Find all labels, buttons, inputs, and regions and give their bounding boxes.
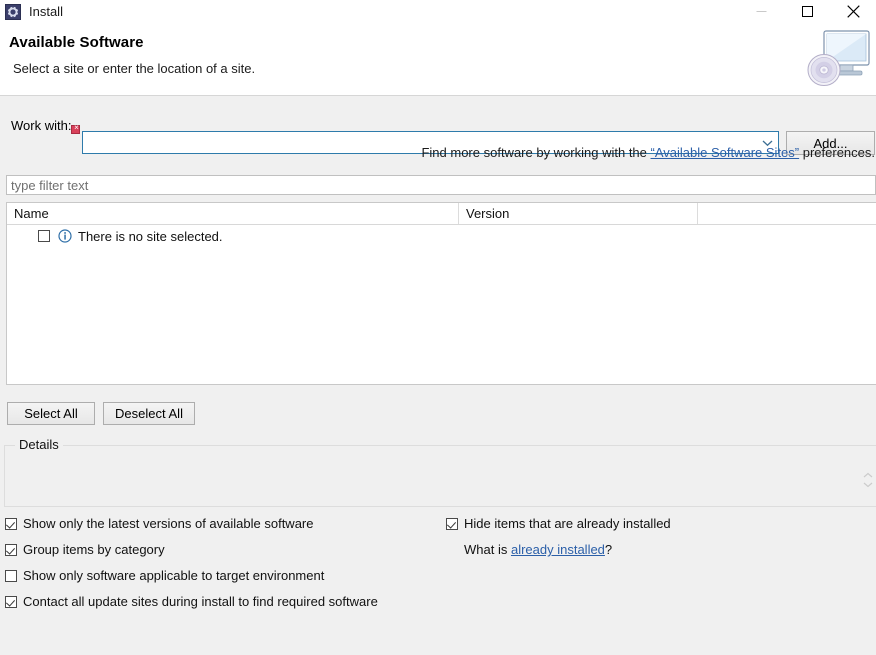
- work-with-label: Work with:: [11, 118, 72, 133]
- wizard-banner: Available Software Select a site or ente…: [0, 23, 876, 95]
- title-bar: Install: [0, 0, 876, 23]
- option-show-latest-versions-label: Show only the latest versions of availab…: [23, 516, 314, 531]
- column-header-blank[interactable]: [698, 203, 876, 224]
- available-software-table: Name Version There is no site selected.: [6, 202, 876, 385]
- minimize-icon[interactable]: [738, 0, 784, 23]
- find-more-suffix: preferences.: [799, 145, 875, 160]
- error-decoration-icon: ×: [71, 123, 80, 134]
- select-all-button[interactable]: Select All: [7, 402, 95, 425]
- row-label: There is no site selected.: [78, 228, 223, 244]
- option-contact-all-update-sites[interactable]: Contact all update sites during install …: [5, 594, 378, 609]
- option-hide-installed-checkbox[interactable]: [446, 517, 458, 530]
- option-contact-all-update-sites-checkbox[interactable]: [5, 595, 17, 608]
- maximize-icon[interactable]: [784, 0, 830, 23]
- window-title: Install: [29, 4, 63, 19]
- option-hide-installed-label: Hide items that are already installed: [464, 516, 671, 531]
- find-more-software-text: Find more software by working with the “…: [421, 145, 875, 160]
- column-header-version[interactable]: Version: [459, 203, 698, 224]
- scroll-spinner-icon[interactable]: [862, 470, 874, 490]
- available-software-sites-link[interactable]: “Available Software Sites”: [651, 145, 800, 160]
- option-contact-all-update-sites-label: Contact all update sites during install …: [23, 594, 378, 609]
- deselect-all-button[interactable]: Deselect All: [103, 402, 195, 425]
- find-more-prefix: Find more software by working with the: [421, 145, 651, 160]
- option-show-latest-versions-checkbox[interactable]: [5, 517, 17, 530]
- info-icon: [58, 229, 72, 243]
- option-group-by-category-label: Group items by category: [23, 542, 165, 557]
- option-show-latest-versions[interactable]: Show only the latest versions of availab…: [5, 516, 314, 531]
- install-dialog: Install Available Software Select a site…: [0, 0, 876, 655]
- option-group-by-category-checkbox[interactable]: [5, 543, 17, 556]
- close-icon[interactable]: [830, 0, 876, 23]
- computer-with-disc-icon: [804, 29, 872, 89]
- page-subtitle: Select a site or enter the location of a…: [13, 61, 256, 76]
- already-installed-link[interactable]: already installed: [511, 542, 605, 557]
- install-wizard-icon: [5, 3, 21, 20]
- window-controls: [738, 0, 876, 23]
- option-group-by-category[interactable]: Group items by category: [5, 542, 165, 557]
- what-is-prefix: What is: [464, 542, 511, 557]
- row-checkbox[interactable]: [38, 230, 50, 242]
- option-applicable-to-target-label: Show only software applicable to target …: [23, 568, 325, 583]
- dialog-body: Work with: × Add... Find more software b…: [0, 96, 876, 655]
- column-header-name[interactable]: Name: [7, 203, 459, 224]
- what-is-suffix: ?: [604, 542, 613, 557]
- filter-input[interactable]: [7, 177, 875, 193]
- filter-box[interactable]: [6, 175, 876, 195]
- details-group: Details: [4, 437, 876, 507]
- details-legend: Details: [15, 437, 63, 452]
- option-applicable-to-target[interactable]: Show only software applicable to target …: [5, 568, 324, 583]
- option-hide-installed[interactable]: Hide items that are already installed: [446, 516, 671, 531]
- table-header: Name Version: [7, 203, 876, 225]
- page-title: Available Software: [9, 34, 144, 51]
- option-applicable-to-target-checkbox[interactable]: [5, 569, 17, 582]
- work-with-row: Work with: × Add...: [0, 113, 876, 155]
- error-decoration-glyph: ×: [74, 123, 79, 132]
- what-is-already-installed: What is already installed?: [464, 542, 612, 557]
- table-row[interactable]: There is no site selected.: [7, 225, 876, 247]
